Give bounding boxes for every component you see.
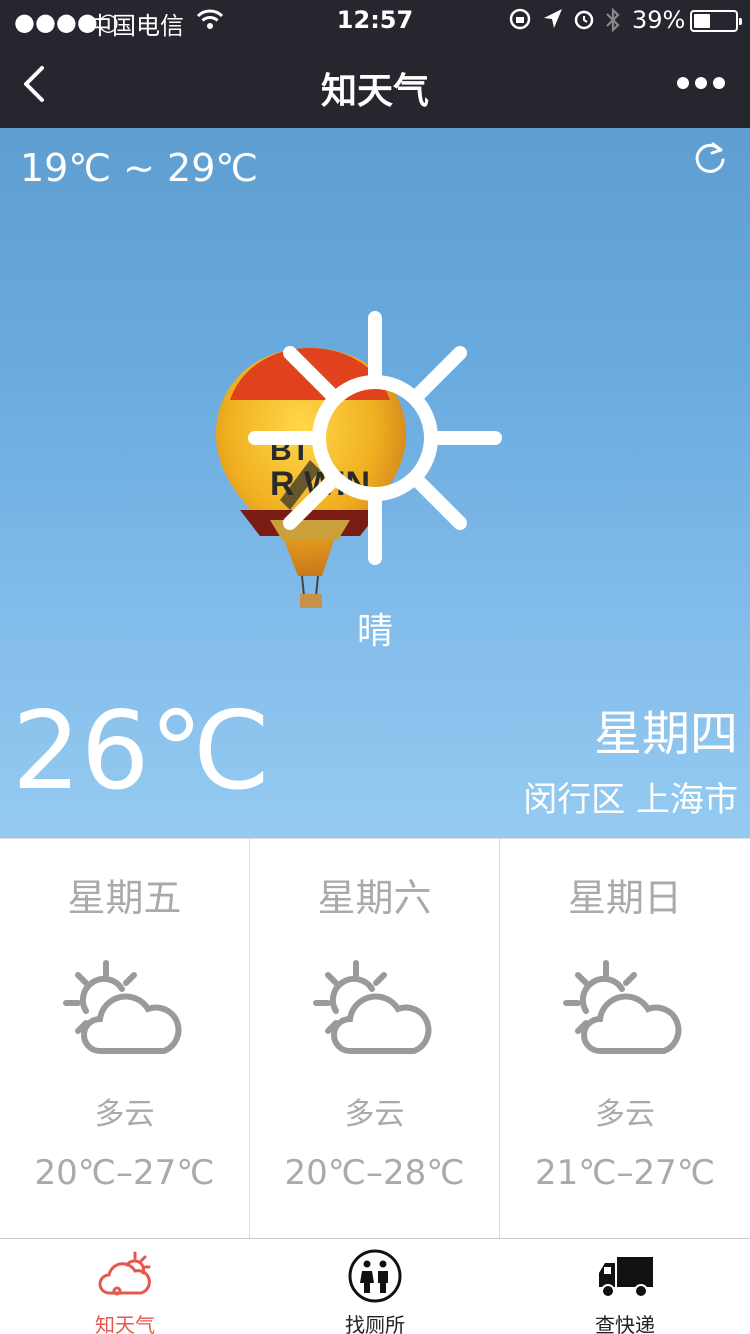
forecast-temp-range: 20℃–27℃ xyxy=(34,1153,215,1193)
tab-restroom[interactable]: 找厕所 xyxy=(250,1239,500,1334)
more-dots-icon[interactable] xyxy=(676,76,726,90)
forecast-condition: 多云 xyxy=(94,1097,155,1132)
forecast-day-name: 星期六 xyxy=(317,876,432,920)
today-weekday: 星期四 xyxy=(593,706,738,762)
page-title: 知天气 xyxy=(320,71,429,112)
forecast-day-name: 星期日 xyxy=(567,876,682,920)
forecast-list: 星期五 多云 20℃–27℃ 星期六 多云 20℃–28℃ 星期日 多云 21℃… xyxy=(0,838,750,1239)
truck-icon xyxy=(599,1257,653,1298)
battery-icon xyxy=(690,10,742,32)
current-temperature: 26℃ xyxy=(12,689,271,814)
tab-weather-label: 知天气 xyxy=(95,1313,155,1334)
tab-bar: 知天气 找厕所 查快递 xyxy=(0,1238,750,1334)
forecast-day-name: 星期五 xyxy=(67,876,182,920)
location-label: 闵行区 上海市 xyxy=(523,780,738,820)
today-weather-panel: 19℃ ~ 29℃ BT R WIN 晴 26℃ 星期四 闵行区 上海市 xyxy=(0,128,750,838)
forecast-day: 星期六 多云 20℃–28℃ xyxy=(250,839,500,1239)
forecast-day: 星期日 多云 21℃–27℃ xyxy=(500,839,750,1239)
location-arrow-icon xyxy=(544,9,562,28)
tab-express-label: 查快递 xyxy=(595,1313,655,1334)
sun-icon xyxy=(248,311,502,565)
partly-cloudy-icon xyxy=(313,960,432,1054)
partly-cloudy-icon xyxy=(63,960,182,1054)
restroom-icon xyxy=(348,1249,402,1303)
forecast-temp-range: 21℃–27℃ xyxy=(535,1153,715,1193)
forecast-condition: 多云 xyxy=(595,1097,655,1132)
forecast-day: 星期五 多云 20℃–27℃ xyxy=(0,839,250,1239)
refresh-icon[interactable] xyxy=(692,140,728,176)
today-condition: 晴 xyxy=(356,611,393,652)
tab-weather[interactable]: 知天气 xyxy=(0,1239,250,1334)
forecast-temp-range: 20℃–28℃ xyxy=(284,1153,465,1193)
alarm-icon xyxy=(574,10,594,30)
partly-cloudy-icon xyxy=(563,960,682,1054)
tab-restroom-label: 找厕所 xyxy=(345,1313,405,1334)
forecast-condition: 多云 xyxy=(344,1097,405,1132)
today-temp-range: 19℃ ~ 29℃ xyxy=(20,146,259,190)
battery-percent: 39% xyxy=(632,6,686,34)
status-bar: ●●●●○ 中国电信 12:57 39% xyxy=(0,0,750,40)
nav-bar: 知天气 xyxy=(0,40,750,128)
bluetooth-icon xyxy=(606,7,620,33)
rotation-lock-icon xyxy=(509,8,531,30)
tab-express[interactable]: 查快递 xyxy=(500,1239,750,1334)
weather-icon xyxy=(98,1251,151,1296)
